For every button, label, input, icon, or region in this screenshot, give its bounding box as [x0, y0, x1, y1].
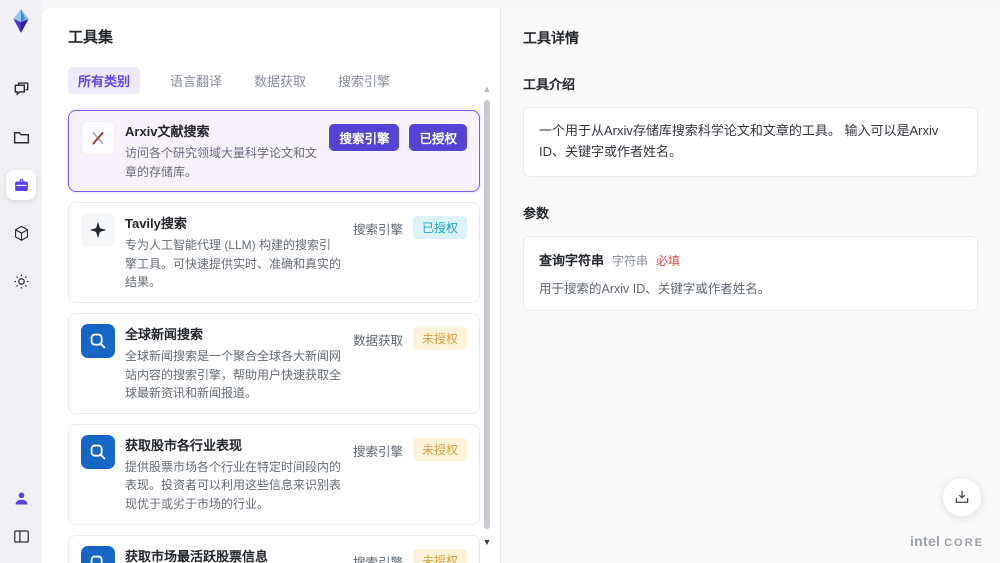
param-required-badge: 必填 — [656, 253, 681, 268]
tab-category-1[interactable]: 语言翻译 — [168, 67, 224, 94]
download-button[interactable] — [942, 477, 982, 517]
tool-card[interactable]: 获取市场最活跃股票信息提供当天交易量最高的股票列表，投资者可以利用这些信息来识别… — [68, 534, 480, 563]
category-badge: 搜索引擎 — [352, 223, 403, 238]
param-name: 查询字符串 — [539, 252, 605, 268]
tool-desc: 访问各个研究领域大量科学论文和文章的存储库。 — [125, 146, 318, 179]
tool-card[interactable]: 获取股市各行业表现提供股票市场各个行业在特定时间段内的表现。投资者可以利用这些信… — [68, 423, 480, 525]
blue-search-icon — [81, 545, 115, 563]
auth-status-badge: 未授权 — [412, 326, 467, 350]
category-badge: 搜索引擎 — [352, 555, 403, 563]
tool-desc: 专为人工智能代理 (LLM) 构建的搜索引擎工具。可快速提供实时、准确和真实的结… — [125, 238, 342, 290]
main-area: 工具集 所有类别 语言翻译 数据获取 搜索引擎 Arxiv文献搜索 访问各个研究领域大量… — [42, 0, 1000, 563]
intro-text: 一个用于从Arxiv存储库搜索科学论文和文章的工具。 输入可以是Arxiv ID… — [539, 123, 939, 159]
left-rail — [0, 0, 42, 563]
panel-toggle-icon — [13, 529, 29, 543]
tool-card[interactable]: Arxiv文献搜索访问各个研究领域大量科学论文和文章的存储库。 搜索引擎 已授权 — [68, 110, 480, 193]
tavily-icon — [81, 213, 115, 248]
tool-list: Arxiv文献搜索 访问各个研究领域大量科学论文和文章的存储库。 搜索引擎 已授权 Ta… — [68, 110, 480, 563]
tab-category-0[interactable]: 所有类别 — [68, 67, 141, 94]
category-tabs: 所有类别 语言翻译 数据获取 搜索引擎 — [68, 67, 500, 94]
auth-status-badge: 未授权 — [412, 548, 467, 563]
auth-status-badge: 已授权 — [409, 124, 467, 151]
intel-core-logo: intel CORE — [909, 533, 984, 549]
category-badge: 数据获取 — [352, 333, 403, 348]
tool-card[interactable]: 全球新闻搜索全球新闻搜索是一个聚合全球各大新闻网站内容的搜索引擎，帮助用户快速获… — [68, 312, 480, 414]
param-type: 字符串 — [612, 253, 649, 268]
tool-name: Arxiv文献搜索 — [125, 124, 210, 139]
sidebar-item-files[interactable] — [6, 122, 36, 152]
download-icon — [955, 490, 969, 503]
cube-icon — [14, 225, 28, 241]
gear-icon — [14, 274, 28, 288]
intro-section-title: 工具介绍 — [523, 77, 576, 92]
intro-card: 一个用于从Arxiv存储库搜索科学论文和文章的工具。 输入可以是Arxiv ID… — [523, 107, 978, 177]
scrollbar-thumb[interactable] — [484, 100, 490, 529]
param-desc: 用于搜索的Arxiv ID、关键字或作者姓名。 — [539, 281, 771, 296]
param-card: 查询字符串 字符串 必填 用于搜索的Arxiv ID、关键字或作者姓名。 — [523, 235, 978, 311]
tool-desc: 提供股票市场各个行业在特定时间段内的表现。投资者可以利用这些信息来识别表现优于或… — [125, 459, 342, 511]
tool-card[interactable]: Tavily搜索专为人工智能代理 (LLM) 构建的搜索引擎工具。可快速提供实时… — [68, 202, 480, 303]
tab-category-2[interactable]: 数据获取 — [252, 67, 308, 94]
sidebar-item-settings[interactable] — [6, 266, 36, 296]
scroll-up-icon[interactable]: ▲ — [482, 84, 492, 94]
tool-list-panel: 工具集 所有类别 语言翻译 数据获取 搜索引擎 Arxiv文献搜索 访问各个研究领域大量… — [42, 8, 500, 563]
sidebar-item-collapse[interactable] — [6, 521, 36, 551]
tool-name: 获取市场最活跃股票信息 — [125, 548, 269, 563]
tool-name: 获取股市各行业表现 — [125, 437, 243, 453]
category-badge: 搜索引擎 — [329, 124, 400, 151]
auth-status-badge: 未授权 — [412, 437, 467, 461]
sidebar-item-account[interactable] — [6, 483, 36, 513]
blue-search-icon — [81, 323, 115, 358]
app-window: 工具集 所有类别 语言翻译 数据获取 搜索引擎 Arxiv文献搜索 访问各个研究领域大量… — [0, 0, 1000, 563]
tool-desc: 全球新闻搜索是一个聚合全球各大新闻网站内容的搜索引擎，帮助用户快速获取全球最新资… — [125, 348, 342, 401]
user-icon — [15, 491, 27, 504]
chat-icon — [14, 81, 28, 96]
sidebar-item-chat[interactable] — [6, 74, 36, 104]
tab-category-3[interactable]: 搜索引擎 — [336, 67, 392, 94]
app-logo-icon — [8, 8, 34, 34]
sidebar-item-tools[interactable] — [6, 170, 36, 200]
sidebar-item-packages[interactable] — [6, 218, 36, 248]
detail-title: 工具详情 — [523, 30, 579, 46]
scrollbar[interactable]: ▲ ▼ — [482, 78, 492, 559]
scroll-down-icon[interactable]: ▼ — [482, 537, 492, 547]
folder-icon — [13, 131, 29, 143]
tool-name: Tavily搜索 — [125, 216, 187, 232]
page-title: 工具集 — [68, 29, 114, 46]
blue-search-icon — [81, 434, 115, 469]
toolbox-icon — [14, 178, 28, 191]
auth-status-badge: 已授权 — [412, 216, 467, 240]
tool-name: 全球新闻搜索 — [125, 326, 204, 342]
params-section-title: 参数 — [523, 205, 550, 221]
tool-detail-panel: 工具详情 工具介绍 一个用于从Arxiv存储库搜索科学论文和文章的工具。 输入可… — [500, 8, 1000, 563]
arxiv-icon — [81, 121, 115, 155]
category-badge: 搜索引擎 — [352, 444, 403, 459]
